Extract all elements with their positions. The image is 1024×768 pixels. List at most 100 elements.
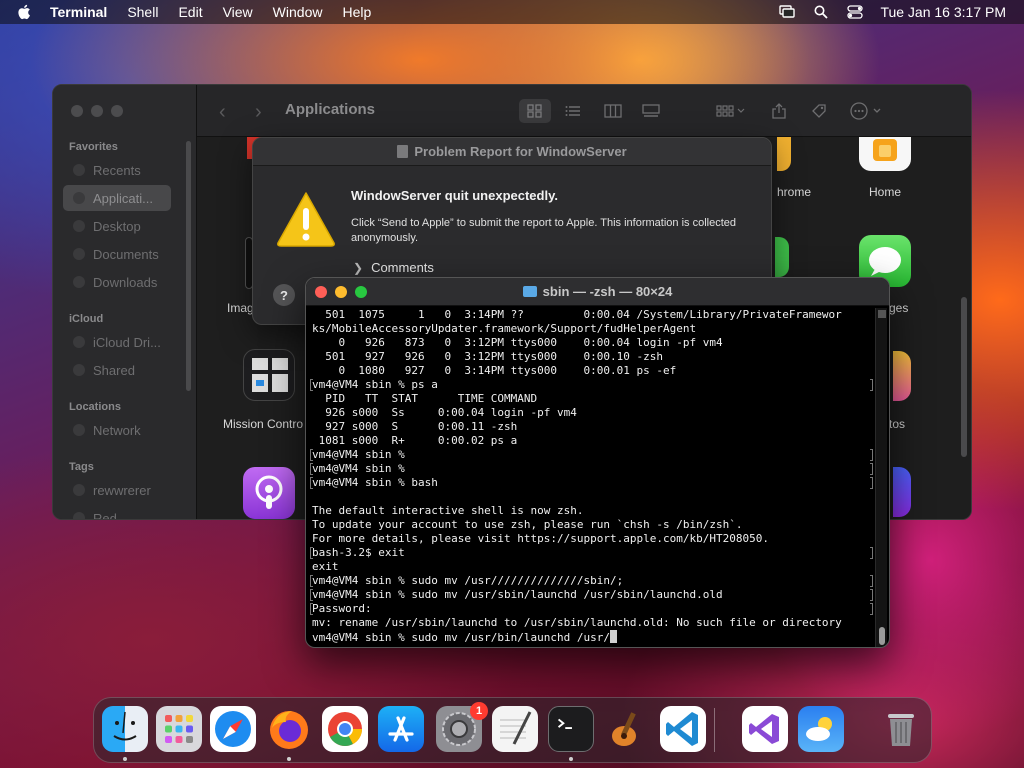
terminal-icon[interactable] [548,706,594,752]
comments-disclosure[interactable]: ❯ Comments [353,260,434,275]
textedit-icon[interactable] [492,706,538,752]
trash-icon[interactable] [878,706,924,752]
sidebar-item-tag-red[interactable]: Red [63,505,171,519]
more-actions-icon[interactable] [847,99,887,123]
shared-folder-icon [73,364,85,376]
terminal-line: 927 s000 S 0:00.11 -zsh [312,420,518,433]
line-mark-icon [310,463,313,475]
line-mark-icon [310,477,313,489]
chrome-app-icon[interactable] [777,137,791,171]
sidebar-item-shared[interactable]: Shared [63,357,171,383]
zoom-button[interactable] [111,105,123,117]
menu-help[interactable]: Help [342,0,371,24]
finder-toolbar: ‹ › Applications [197,85,971,137]
back-chevron-icon[interactable]: ‹ [219,101,226,124]
terminal-line: ks/MobileAccessoryUpdater.framework/Supp… [312,322,697,335]
close-button[interactable] [71,105,83,117]
apple-menu-icon[interactable] [16,0,32,24]
dialog-titlebar: Problem Report for WindowServer [253,138,771,166]
terminal-scrollbar[interactable] [875,308,887,647]
launchpad-icon[interactable] [156,706,202,752]
column-view-icon[interactable] [599,99,627,123]
safari-icon[interactable] [210,706,256,752]
photos-app-icon[interactable] [893,351,911,401]
sidebar-item-downloads[interactable]: Downloads [63,269,171,295]
zoom-button[interactable] [355,286,367,298]
app-store-icon[interactable] [378,706,424,752]
list-view-icon[interactable] [559,99,587,123]
line-mark-icon [870,463,873,475]
tag-icon[interactable] [807,99,831,123]
visual-studio-icon[interactable] [742,706,788,752]
close-button[interactable] [315,286,327,298]
garageband-icon[interactable] [604,706,650,752]
sidebar-item-label: Network [93,422,141,438]
document-icon [73,248,85,260]
menu-app-name[interactable]: Terminal [50,0,107,24]
screen-mirroring-icon[interactable] [778,4,796,20]
terminal-line: vm4@VM4 sbin % [310,448,873,462]
sidebar-item-recents[interactable]: Recents [63,157,171,183]
scroll-up-icon[interactable] [878,310,886,318]
notification-badge: 1 [470,702,488,720]
sidebar-scrollbar[interactable] [186,141,191,391]
minimize-button[interactable] [335,286,347,298]
sidebar-item-label: Downloads [93,274,158,290]
control-center-icon[interactable] [846,4,864,20]
forward-chevron-icon[interactable]: › [255,101,262,124]
sidebar-item-network[interactable]: Network [63,417,171,443]
folder-icon [522,286,537,297]
shortcuts-app-icon[interactable] [893,467,911,517]
terminal-line: 0 1080 927 0 3:14PM ttys000 0:00.01 ps -… [312,364,677,377]
line-mark-icon [310,589,313,601]
mission-control-app-icon[interactable] [243,349,295,401]
facetime-app-icon[interactable] [775,237,789,277]
sidebar-item-applications[interactable]: Applicati... [63,185,171,211]
chrome-icon[interactable] [322,706,368,752]
finder-icon[interactable] [102,706,148,752]
minimize-button[interactable] [91,105,103,117]
podcasts-app-icon[interactable] [243,467,295,519]
icon-view-icon[interactable] [519,99,551,123]
scrollbar-thumb[interactable] [879,627,885,645]
line-mark-icon [310,547,313,559]
terminal-line: 501 927 926 0 3:12PM ttys000 0:00.10 -zs… [312,350,663,363]
desktop-icon [73,220,85,232]
finder-title: Applications [285,101,376,118]
share-icon[interactable] [767,99,791,123]
terminal-output[interactable]: 501 1075 1 0 3:14PM ?? 0:00.04 /System/L… [310,308,873,644]
menu-edit[interactable]: Edit [178,0,202,24]
sidebar-item-desktop[interactable]: Desktop [63,213,171,239]
menu-window[interactable]: Window [273,0,323,24]
terminal-prompt-line[interactable]: vm4@VM4 sbin % sudo mv /usr/bin/launchd … [310,630,873,644]
home-app-icon[interactable] [859,137,911,171]
dock-divider [714,708,715,752]
line-mark-icon [870,449,873,461]
spotlight-search-icon[interactable] [812,4,830,20]
sidebar-item-tag-rewwrerer[interactable]: rewwrerer [63,477,171,503]
menu-shell[interactable]: Shell [127,0,158,24]
app-label-messages: ges [889,301,909,315]
terminal-line: The default interactive shell is now zsh… [312,504,584,517]
sidebar-item-documents[interactable]: Documents [63,241,171,267]
help-button[interactable]: ? [273,284,295,306]
menu-view[interactable]: View [223,0,253,24]
firefox-icon[interactable] [266,706,312,752]
group-by-icon[interactable] [711,99,751,123]
sidebar-section-tags: Tags [69,461,94,473]
content-scrollbar[interactable] [961,297,967,457]
weather-icon[interactable] [798,706,844,752]
terminal-line: 501 1075 1 0 3:14PM ?? 0:00.04 /System/L… [312,308,842,321]
sidebar-section-favorites: Favorites [69,141,118,153]
gallery-view-icon[interactable] [637,99,665,123]
terminal-line: vm4@VM4 sbin % sudo mv /usr/sbin/launchd… [310,588,873,602]
terminal-line: For more details, please visit https://s… [312,532,769,545]
line-mark-icon [870,603,873,615]
applications-icon [73,192,85,204]
terminal-line: 0 926 873 0 3:12PM ttys000 0:00.04 login… [312,336,723,349]
vscode-icon[interactable] [660,706,706,752]
running-indicator [569,757,573,761]
menu-clock[interactable]: Tue Jan 16 3:17 PM [880,4,1006,20]
finder-sidebar: Favorites Recents Applicati... Desktop D… [53,85,197,519]
sidebar-item-icloud-drive[interactable]: iCloud Dri... [63,329,171,355]
